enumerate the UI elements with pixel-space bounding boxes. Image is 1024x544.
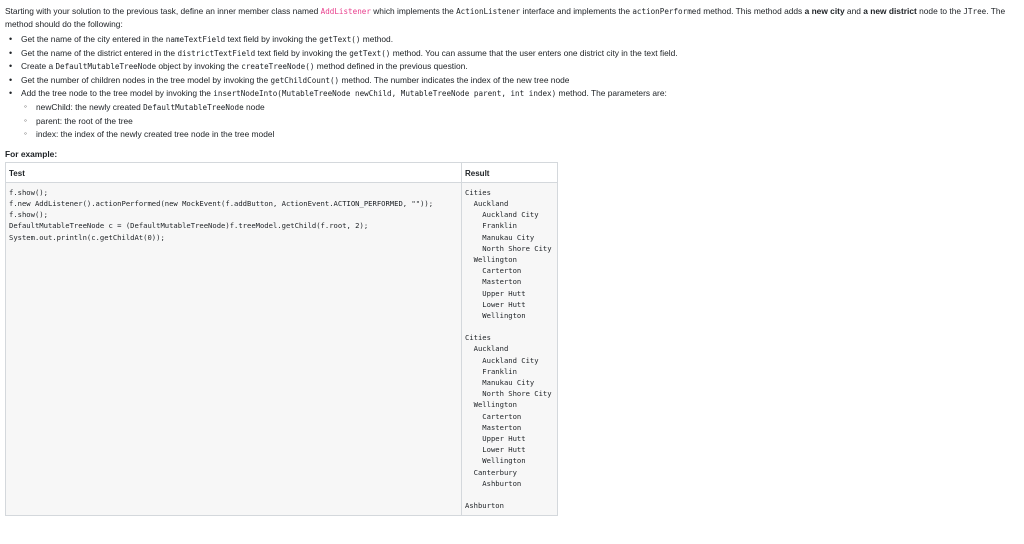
- task-item: Get the name of the district entered in …: [9, 47, 1019, 61]
- task-text: text field by invoking the: [225, 34, 320, 44]
- table-row: f.show(); f.new AddListener().actionPerf…: [5, 181, 558, 517]
- task-code: DefaultMutableTreeNode: [55, 62, 157, 72]
- output-line: Manukau City: [465, 378, 535, 387]
- output-line: Upper Hutt: [465, 434, 526, 444]
- task-item: Create a DefaultMutableTreeNode object b…: [9, 60, 1019, 74]
- test-column-header: Test: [5, 161, 462, 183]
- output-line: Franklin: [465, 221, 517, 231]
- output-line: Wellington: [465, 310, 526, 320]
- interface-name-code: ActionListener: [456, 7, 521, 16]
- output-line: North Shore City: [465, 389, 552, 399]
- task-code: getChildCount(): [270, 75, 340, 85]
- intro-text: and: [844, 6, 864, 16]
- output-line: Upper Hutt: [465, 288, 526, 298]
- task-text: object by invoking the: [156, 61, 242, 72]
- class-name-code: AddListener: [320, 7, 371, 16]
- output-line: Carterton: [465, 411, 522, 421]
- param-text: parent: the root of the tree: [36, 115, 133, 126]
- output-line: Auckland: [465, 198, 509, 208]
- result-output-cell: Cities Auckland Auckland City Franklin M…: [461, 181, 558, 517]
- parameter-list: newChild: the newly created DefaultMutab…: [21, 100, 1019, 142]
- task-text: Get the name of the district entered in …: [21, 47, 178, 58]
- task-item: Get the number of children nodes in the …: [9, 74, 1019, 88]
- output-line: Franklin: [465, 366, 517, 376]
- bold-new-district: a new district: [863, 6, 917, 16]
- task-text: Create a: [21, 61, 56, 72]
- method-name-code: actionPerformed: [632, 7, 701, 16]
- task-text: method. The parameters are:: [556, 88, 667, 99]
- code-line: f.show();: [9, 187, 48, 197]
- task-item: Get the name of the city entered in the …: [9, 33, 1019, 47]
- parameter-item: newChild: the newly created DefaultMutab…: [24, 100, 1019, 115]
- output-line: Ashburton: [465, 478, 522, 488]
- output-line: Wellington: [465, 400, 517, 410]
- output-line: Ashburton: [465, 501, 504, 511]
- code-line: f.show();: [9, 210, 48, 220]
- output-line: Cities: [465, 333, 491, 343]
- jtree-code: JTree: [963, 7, 987, 16]
- intro-text: Starting with your solution to the previ…: [5, 6, 321, 16]
- intro-text: interface and implements the: [520, 6, 633, 16]
- parameter-item: parent: the root of the tree: [24, 114, 1019, 129]
- output-line: Auckland City: [465, 210, 539, 220]
- bold-new-city: a new city: [804, 6, 845, 16]
- output-line: Wellington: [465, 456, 526, 466]
- intro-text: which implements the: [370, 6, 457, 16]
- task-code: getText(): [319, 35, 361, 44]
- test-code-cell: f.show(); f.new AddListener().actionPerf…: [5, 181, 462, 517]
- output-line: Masterton: [465, 422, 522, 432]
- output-line: Lower Hutt: [465, 445, 526, 455]
- output-spacer: [465, 489, 554, 500]
- param-code: DefaultMutableTreeNode: [143, 102, 244, 112]
- output-line: Lower Hutt: [465, 299, 526, 309]
- task-item: Add the tree node to the tree model by i…: [9, 87, 1019, 142]
- task-text: method defined in the previous question.: [314, 61, 468, 72]
- task-text: method.: [360, 34, 394, 44]
- task-code: districtTextField: [177, 48, 256, 58]
- output-line: Masterton: [465, 277, 522, 287]
- parameter-item: index: the index of the newly created tr…: [24, 127, 1019, 142]
- output-line: Auckland: [465, 344, 509, 354]
- task-code: createTreeNode(): [241, 62, 315, 72]
- task-text: text field by invoking the: [255, 47, 350, 58]
- param-text: node: [243, 101, 265, 112]
- question-text: Starting with your solution to the previ…: [0, 0, 1024, 517]
- output-line: Wellington: [465, 254, 517, 264]
- param-text: index: the index of the newly created tr…: [36, 129, 275, 140]
- output-line: Canterbury: [465, 467, 517, 477]
- output-line: Carterton: [465, 266, 522, 276]
- output-line: Cities: [465, 187, 491, 197]
- output-line: Manukau City: [465, 232, 535, 242]
- example-table: Test Result f.show(); f.new AddListener(…: [5, 161, 558, 517]
- task-code: nameTextField: [165, 35, 226, 44]
- task-text: Get the name of the city entered in the: [21, 34, 166, 44]
- output-spacer: [465, 321, 554, 332]
- result-column-header: Result: [461, 161, 558, 183]
- task-code: getText(): [349, 48, 391, 58]
- param-text: newChild: the newly created: [36, 101, 144, 112]
- output-line: North Shore City: [465, 243, 552, 253]
- task-code: insertNodeInto(MutableTreeNode newChild,…: [213, 89, 557, 99]
- code-line: DefaultMutableTreeNode c = (DefaultMutab…: [9, 221, 369, 231]
- task-text: method. The number indicates the index o…: [339, 74, 570, 85]
- intro-text: node to the: [916, 6, 964, 16]
- code-line: System.out.println(c.getChildAt(0));: [9, 232, 165, 242]
- task-text: method. You can assume that the user ent…: [390, 47, 678, 58]
- code-line: f.new AddListener().actionPerformed(new …: [9, 198, 434, 208]
- task-text: Get the number of children nodes in the …: [21, 74, 271, 85]
- task-list: Get the name of the city entered in the …: [5, 33, 1019, 142]
- intro-text: method. This method adds: [700, 6, 805, 16]
- intro-paragraph: Starting with your solution to the previ…: [5, 5, 1019, 30]
- task-text: Add the tree node to the tree model by i…: [21, 88, 214, 99]
- output-line: Auckland City: [465, 355, 539, 365]
- example-label: For example:: [5, 148, 58, 159]
